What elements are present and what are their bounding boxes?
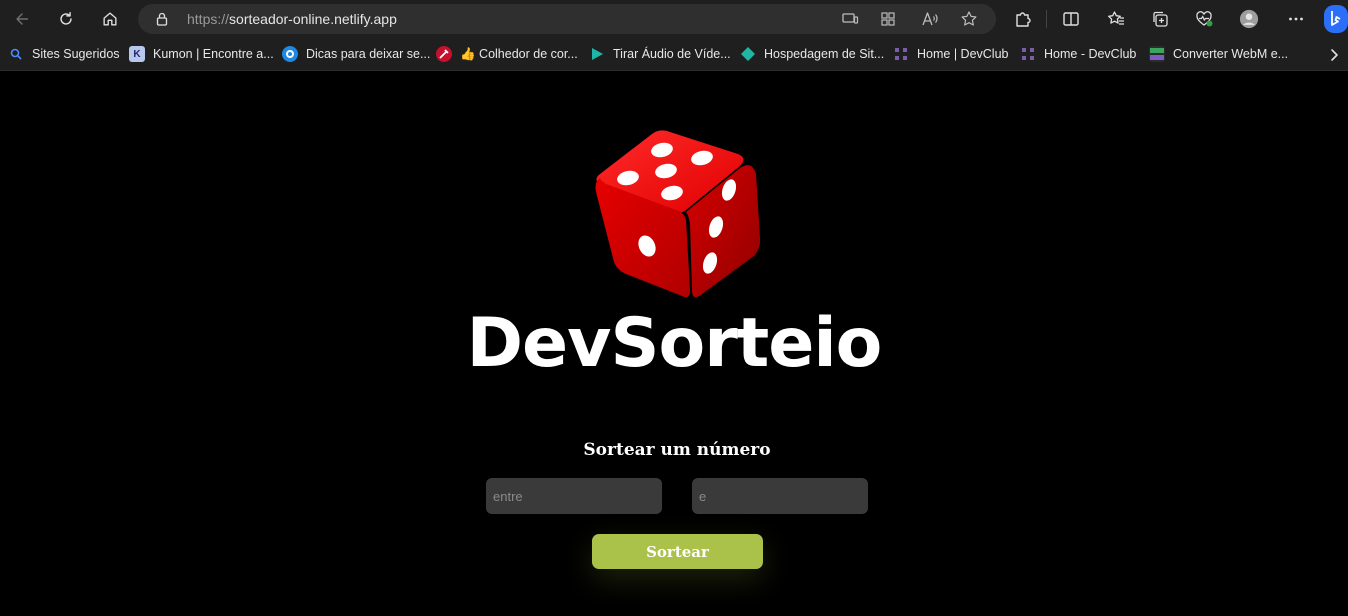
bookmark-dicas[interactable]: Dicas para deixar se... [282,45,430,63]
bookmark-colhedor-de-cor[interactable]: 👍 Colhedor de cor... [436,45,578,63]
refresh-button[interactable] [51,5,81,33]
avatar-icon [1239,9,1259,29]
favorites-icon [1108,11,1124,25]
kumon-logo-icon: K [129,46,145,62]
bing-copilot-button[interactable] [1324,5,1348,33]
bookmark-hospedagem[interactable]: Hospedagem de Sit... [740,45,884,63]
bookmark-sites-sugeridos[interactable]: Sites Sugeridos [10,45,120,63]
browser-essentials-button[interactable] [1193,8,1215,30]
split-screen-icon [1063,12,1079,26]
home-button[interactable] [95,5,125,33]
profile-button[interactable] [1238,8,1260,30]
brand-title: DevSorteio [466,304,883,383]
min-number-input[interactable] [486,478,662,514]
back-button[interactable] [7,5,37,33]
bookmark-home-devclub-2[interactable]: Home - DevClub [1020,45,1136,63]
apps-icon[interactable] [879,10,897,28]
arrow-left-icon [16,13,29,25]
bookmark-home-devclub-1[interactable]: Home | DevClub [893,45,1008,63]
browser-toolbar: https://sorteador-online.netlify.app [0,0,1348,38]
favorites-button[interactable] [1105,8,1127,30]
bookmark-kumon[interactable]: K Kumon | Encontre a... [129,45,274,63]
bookmark-converter-webm[interactable]: Converter WebM e... [1149,45,1288,63]
dice-icon [595,130,761,298]
extensions-button[interactable] [1012,8,1034,30]
split-screen-button[interactable] [1060,8,1082,30]
gear-badge-icon [282,46,298,62]
page-content: DevSorteio Sortear um número Sortear [0,72,1348,616]
url-text: https://sorteador-online.netlify.app [187,11,397,27]
lock-icon [156,12,168,26]
more-options-button[interactable] [1285,8,1307,30]
more-dots-icon [1289,17,1303,21]
device-icon[interactable] [841,10,859,28]
chevron-right-icon [1331,49,1338,61]
address-bar[interactable]: https://sorteador-online.netlify.app [138,4,996,34]
star-icon[interactable] [960,10,978,28]
refresh-icon [60,11,72,25]
devclub-logo-icon [893,46,909,62]
bing-icon [1324,5,1348,33]
max-number-input[interactable] [692,478,868,514]
devclub-logo-icon [1020,46,1036,62]
heart-pulse-icon [1196,11,1213,27]
puzzle-icon [1016,12,1031,27]
draw-button[interactable]: Sortear [592,534,763,569]
collections-icon [1153,11,1168,27]
draw-subtitle: Sortear um número [583,440,771,460]
webm-file-icon [1149,46,1165,62]
bookmarks-overflow-button[interactable] [1328,46,1340,64]
toolbar-separator [1046,10,1047,28]
bookmarks-bar: Sites Sugeridos K Kumon | Encontre a... … [0,38,1348,71]
collections-button[interactable] [1149,8,1171,30]
play-icon [589,46,605,62]
diamond-icon [740,46,756,62]
color-picker-icon [436,46,452,62]
bookmark-tirar-audio[interactable]: Tirar Áudio de Víde... [589,45,731,63]
read-aloud-icon[interactable] [921,10,939,28]
home-icon [103,12,117,26]
search-icon [10,46,22,62]
